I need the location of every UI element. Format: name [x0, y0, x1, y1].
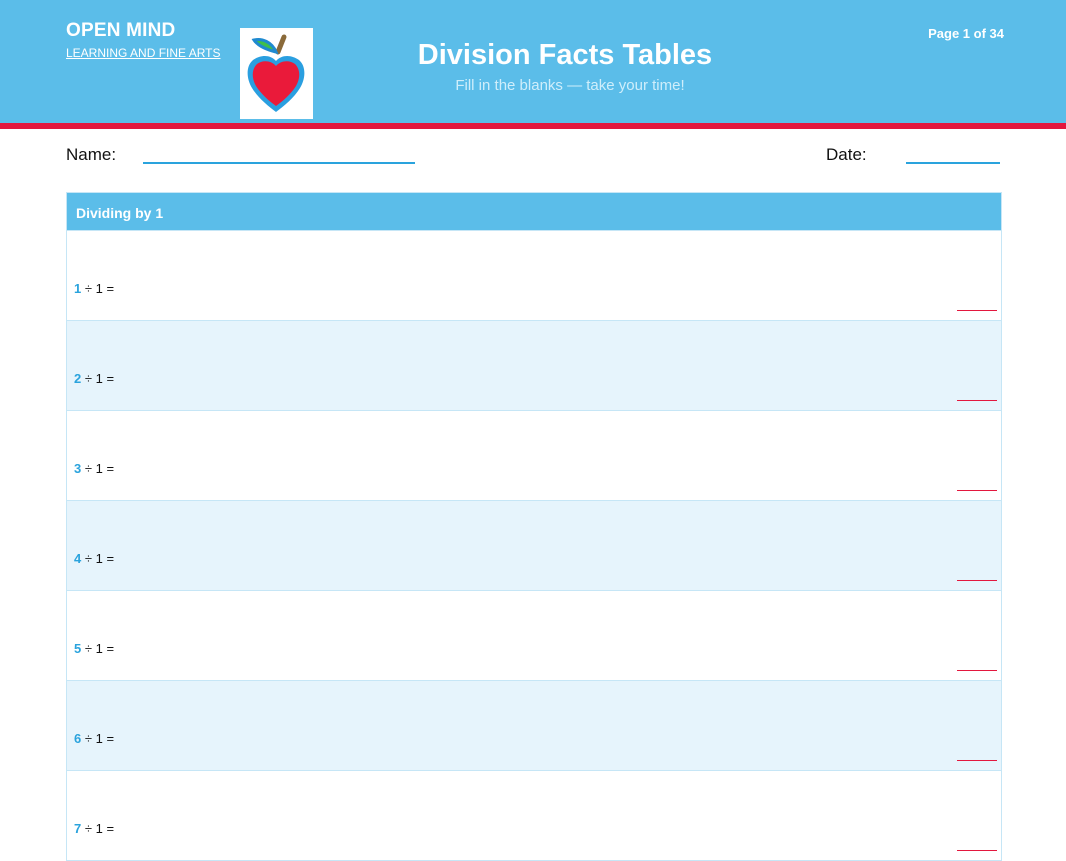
answer-blank[interactable] [957, 490, 997, 491]
dividend: 1 [74, 281, 82, 296]
answer-blank[interactable] [957, 580, 997, 581]
problem-text: 2 ÷ 1 = [74, 371, 114, 386]
dividend: 2 [74, 371, 82, 386]
divisor-expression: ÷ 1 = [84, 731, 115, 746]
table-row: 3 ÷ 1 = [67, 410, 1001, 500]
table-row: 6 ÷ 1 = [67, 680, 1001, 770]
divisor-expression: ÷ 1 = [84, 461, 115, 476]
dividend: 5 [74, 641, 82, 656]
date-field[interactable] [906, 162, 1000, 164]
problem-text: 3 ÷ 1 = [74, 461, 114, 476]
problem-text: 6 ÷ 1 = [74, 731, 114, 746]
page-number: Page 1 of 34 [928, 26, 1004, 41]
divisor-expression: ÷ 1 = [84, 281, 115, 296]
table-row: 1 ÷ 1 = [67, 230, 1001, 320]
page-header: OPEN MIND LEARNING AND FINE ARTS Divisio… [0, 0, 1066, 123]
dividend: 7 [74, 821, 82, 836]
table-row: 5 ÷ 1 = [67, 590, 1001, 680]
divisor-expression: ÷ 1 = [84, 551, 115, 566]
problem-text: 1 ÷ 1 = [74, 281, 114, 296]
page-title: Division Facts Tables [417, 39, 713, 71]
answer-blank[interactable] [957, 760, 997, 761]
answer-blank[interactable] [957, 850, 997, 851]
division-table: Dividing by 1 1 ÷ 1 = 2 ÷ 1 = 3 ÷ 1 = 4 … [66, 192, 1002, 861]
date-label: Date: [826, 145, 867, 164]
problem-text: 4 ÷ 1 = [74, 551, 114, 566]
name-field[interactable] [143, 162, 415, 164]
dividend: 3 [74, 461, 82, 476]
divisor-expression: ÷ 1 = [84, 371, 115, 386]
answer-blank[interactable] [957, 400, 997, 401]
answer-blank[interactable] [957, 310, 997, 311]
name-date-section: Name: Date: [0, 129, 1066, 191]
answer-blank[interactable] [957, 670, 997, 671]
page-subtitle: Fill in the blanks — take your time! [455, 77, 685, 94]
divisor-expression: ÷ 1 = [84, 821, 115, 836]
table-row: 4 ÷ 1 = [67, 500, 1001, 590]
dividend: 6 [74, 731, 82, 746]
table-row: 2 ÷ 1 = [67, 320, 1001, 410]
name-label: Name: [66, 145, 117, 164]
problem-text: 5 ÷ 1 = [74, 641, 114, 656]
dividend: 4 [74, 551, 82, 566]
divisor-expression: ÷ 1 = [84, 641, 115, 656]
problem-text: 7 ÷ 1 = [74, 821, 114, 836]
table-heading: Dividing by 1 [67, 193, 1001, 230]
table-row: 7 ÷ 1 = [67, 770, 1001, 860]
